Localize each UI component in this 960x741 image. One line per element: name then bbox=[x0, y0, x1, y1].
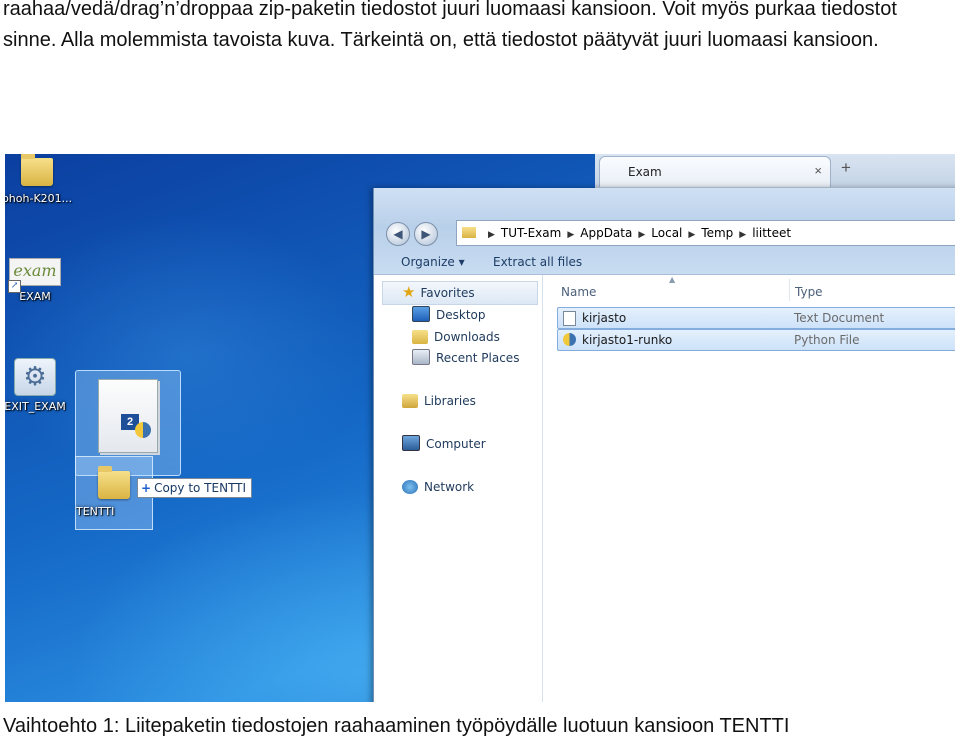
desktop-icon-exit-exam[interactable]: EXIT_EXAM bbox=[5, 358, 75, 413]
forward-button[interactable]: ▶ bbox=[414, 222, 438, 246]
desktop-icon-phoh-folder[interactable]: phoh-K201... bbox=[5, 154, 77, 205]
dragged-files-icon: 2 bbox=[98, 379, 158, 453]
tab-title: Exam bbox=[628, 165, 662, 179]
nav-item-network[interactable]: Network bbox=[402, 477, 474, 497]
breadcrumb-item[interactable]: TUT-Exam bbox=[501, 226, 561, 240]
drag-copy-label: Copy to TENTTI bbox=[154, 481, 247, 495]
folder-icon bbox=[21, 154, 53, 186]
nav-label: Libraries bbox=[424, 394, 476, 408]
nav-item-libraries[interactable]: Libraries bbox=[402, 391, 476, 411]
python-file-icon bbox=[135, 422, 151, 438]
downloads-icon bbox=[412, 330, 428, 344]
breadcrumb-separator[interactable]: ▶ bbox=[739, 230, 746, 240]
breadcrumb-separator[interactable]: ▶ bbox=[488, 230, 495, 240]
breadcrumb-item[interactable]: Temp bbox=[701, 226, 733, 240]
address-bar[interactable]: ▶ TUT-Exam ▶ AppData ▶ Local ▶ Temp ▶ liitteet bbox=[456, 220, 955, 246]
network-icon bbox=[402, 480, 418, 494]
explorer-toolbar: Organize ▾ Extract all files bbox=[374, 250, 955, 274]
nav-item-desktop[interactable]: Desktop bbox=[412, 305, 486, 325]
drag-copy-tooltip: + Copy to TENTTI bbox=[137, 478, 253, 498]
column-divider[interactable] bbox=[789, 279, 790, 301]
new-tab-icon[interactable]: + bbox=[841, 158, 851, 178]
folder-icon bbox=[462, 227, 476, 238]
nav-label: Favorites bbox=[420, 286, 475, 300]
figure-caption: Vaihtoehto 1: Liitepaketin tiedostojen r… bbox=[3, 715, 790, 737]
shortcut-arrow-icon: ↗ bbox=[8, 280, 21, 293]
breadcrumb-separator[interactable]: ▶ bbox=[638, 230, 645, 240]
file-type: Python File bbox=[794, 333, 860, 347]
nav-item-recent-places[interactable]: Recent Places bbox=[412, 348, 519, 368]
close-icon[interactable]: × bbox=[814, 163, 822, 178]
explorer-titlebar: ◀ ▶ ▶ TUT-Exam ▶ AppData ▶ Local ▶ Temp ▶ liittee… bbox=[374, 188, 955, 275]
recent-places-icon bbox=[412, 349, 430, 365]
file-type: Text Document bbox=[794, 311, 885, 325]
extract-all-button[interactable]: Extract all files bbox=[493, 255, 582, 269]
breadcrumb-item[interactable]: liitteet bbox=[752, 226, 791, 240]
desktop-icon bbox=[412, 306, 430, 322]
nav-label: Computer bbox=[426, 437, 486, 451]
settings-shortcut-icon bbox=[14, 358, 56, 396]
organize-button[interactable]: Organize ▾ bbox=[401, 255, 465, 269]
sort-caret-icon: ▲ bbox=[669, 275, 676, 284]
nav-item-downloads[interactable]: Downloads bbox=[412, 327, 500, 347]
column-header-name[interactable]: Name bbox=[561, 285, 596, 299]
desktop-icon-label: EXIT_EXAM bbox=[5, 400, 66, 413]
file-name: kirjasto1-runko bbox=[582, 333, 673, 347]
breadcrumb-separator[interactable]: ▶ bbox=[567, 230, 574, 240]
star-icon: ★ bbox=[402, 283, 416, 301]
plus-icon: + bbox=[141, 481, 152, 495]
file-name: kirjasto bbox=[582, 311, 627, 325]
libraries-icon bbox=[402, 394, 418, 408]
column-header-type[interactable]: Type bbox=[795, 285, 823, 299]
navigation-pane: ★ Favorites Desktop Downloads Recent Plac… bbox=[374, 275, 543, 702]
nav-label: Recent Places bbox=[436, 351, 520, 365]
screenshot-desktop: phoh-K201... exam ↗ EXAM EXIT_EXAM 2 TEN… bbox=[5, 154, 955, 702]
file-row-kirjasto[interactable]: kirjasto Text Document bbox=[557, 307, 955, 329]
exam-shortcut-icon: exam ↗ bbox=[8, 258, 61, 293]
tab-exam[interactable]: Exam × bbox=[599, 156, 831, 187]
nav-label: Downloads bbox=[434, 330, 500, 344]
intro-text: raahaa/vedä/drag’n’droppaa zip-paketin t… bbox=[3, 0, 897, 51]
browser-tabstrip: Exam × + bbox=[595, 154, 955, 188]
desktop-icon-exam[interactable]: exam ↗ EXAM bbox=[5, 258, 75, 303]
nav-label: Desktop bbox=[436, 308, 486, 322]
file-row-kirjasto1-runko[interactable]: kirjasto1-runko Python File bbox=[557, 329, 955, 351]
folder-icon bbox=[98, 466, 130, 499]
back-button[interactable]: ◀ bbox=[386, 222, 410, 246]
breadcrumb-separator[interactable]: ▶ bbox=[688, 230, 695, 240]
file-list-pane: ▲ Name Type kirjasto Text Document kirja… bbox=[543, 275, 955, 702]
exam-logo-text: exam bbox=[13, 261, 57, 280]
nav-item-computer[interactable]: Computer bbox=[402, 434, 486, 454]
text-document-icon bbox=[563, 311, 576, 326]
desktop-icon-label: TENTTI bbox=[76, 505, 115, 518]
computer-icon bbox=[402, 435, 420, 451]
python-file-icon bbox=[563, 333, 576, 346]
breadcrumb-item[interactable]: Local bbox=[651, 226, 682, 240]
nav-label: Network bbox=[424, 480, 475, 494]
nav-item-favorites[interactable]: ★ Favorites bbox=[402, 282, 475, 302]
desktop-icon-label: phoh-K201... bbox=[5, 192, 73, 205]
breadcrumb-item[interactable]: AppData bbox=[580, 226, 632, 240]
explorer-window: ◀ ▶ ▶ TUT-Exam ▶ AppData ▶ Local ▶ Temp ▶ liittee… bbox=[373, 188, 955, 702]
